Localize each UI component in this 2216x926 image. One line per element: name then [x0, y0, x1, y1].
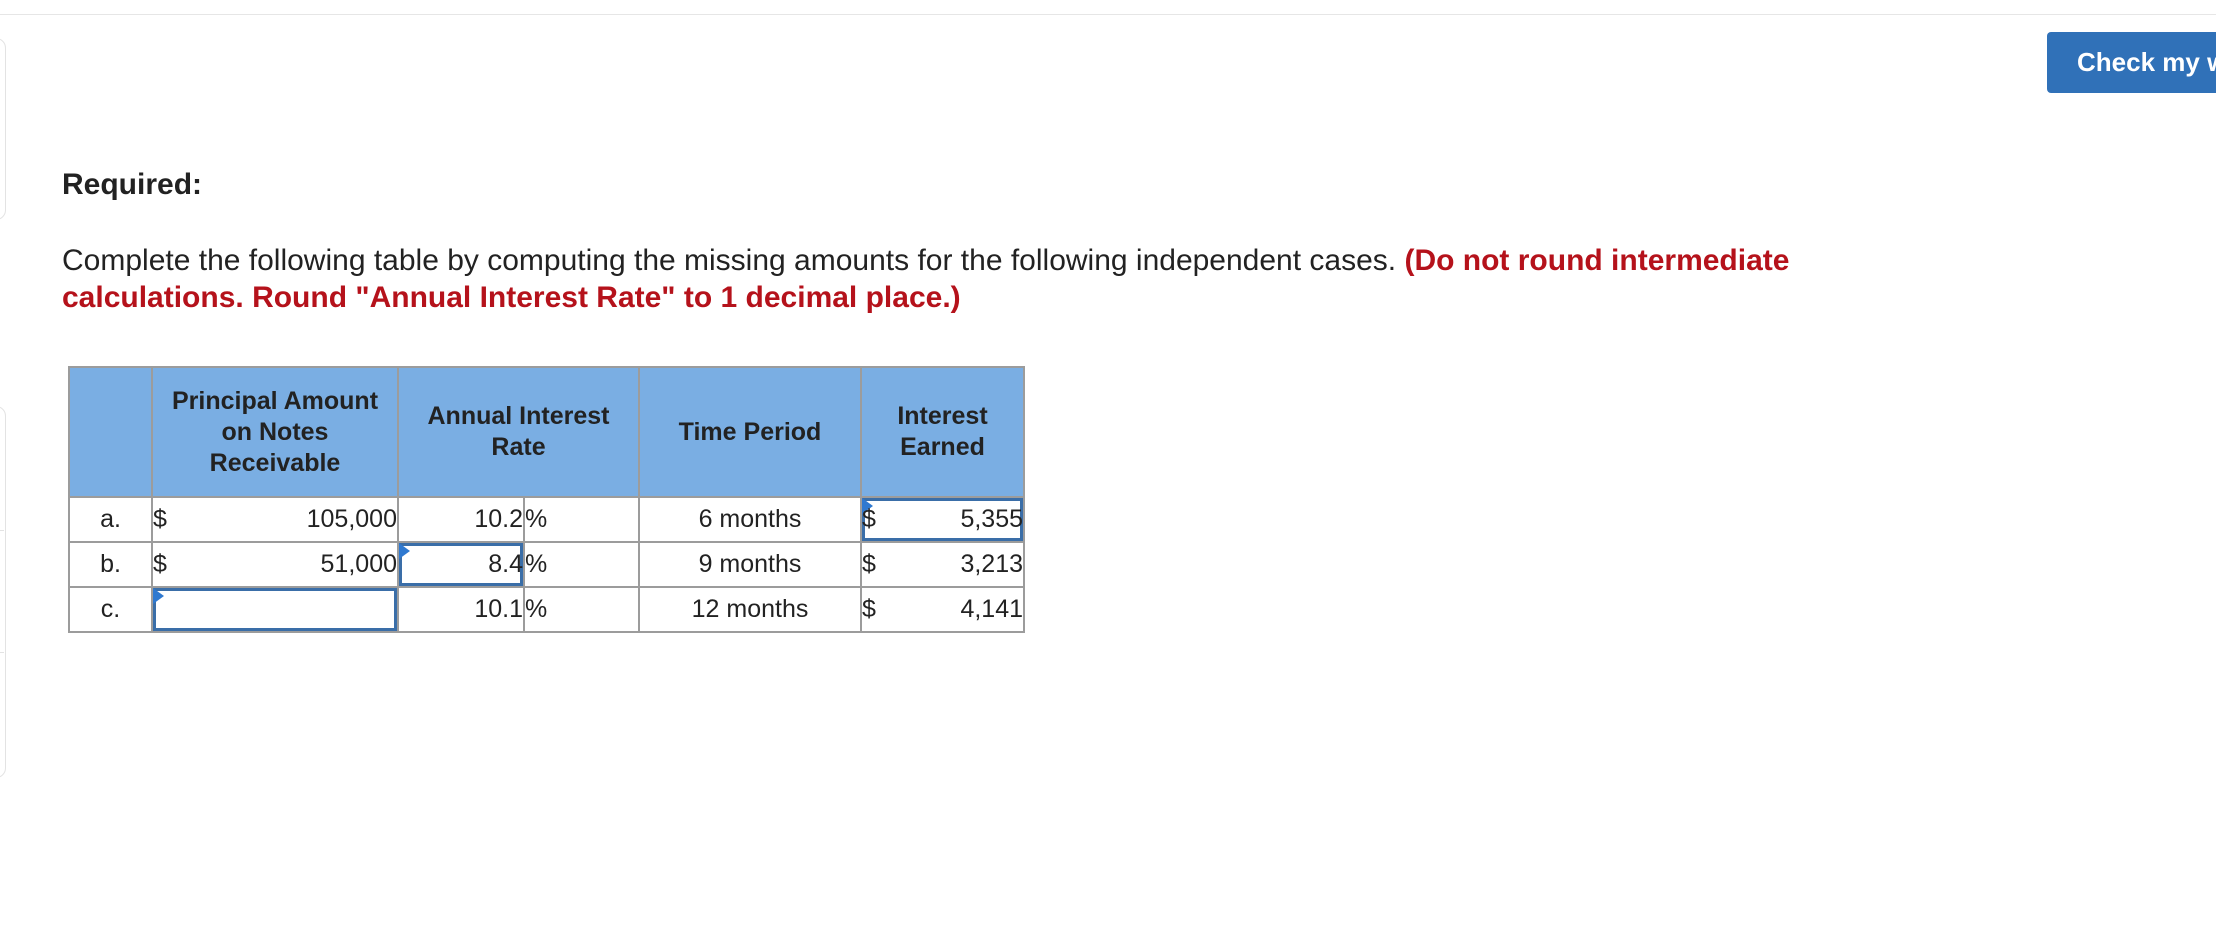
- table-row: b. $ 51,000 8.4 % 9 months $ 3,213: [68, 541, 1025, 588]
- principal-header: Principal Amount on Notes Receivable: [151, 366, 399, 498]
- interest-currency-symbol: $: [860, 586, 910, 633]
- rate-input[interactable]: 8.4: [397, 541, 525, 588]
- interest-header: Interest Earned: [860, 366, 1025, 498]
- principal-input-frame[interactable]: [153, 588, 397, 631]
- header-row: Principal Amount on Notes Receivable Ann…: [68, 366, 1025, 498]
- row-label: b.: [68, 541, 153, 588]
- table-row: a. $ 105,000 10.2 % 6 months $ 5,355: [68, 496, 1025, 543]
- instructions-text: Complete the following table by computin…: [62, 244, 1397, 277]
- currency-text: $: [862, 505, 876, 533]
- interest-currency-symbol[interactable]: $: [860, 496, 911, 543]
- percent-symbol: %: [523, 586, 640, 633]
- principal-value: 105,000: [214, 496, 399, 543]
- rate-value: 8.4: [488, 550, 523, 578]
- period-value: 6 months: [638, 496, 862, 543]
- side-divider: [0, 530, 4, 531]
- period-header: Time Period: [638, 366, 862, 498]
- principal-value: 51,000: [214, 541, 399, 588]
- answer-flag-icon: [153, 588, 164, 604]
- interest-value: 3,213: [910, 541, 1025, 588]
- question-instructions: Complete the following table by computin…: [62, 242, 1962, 316]
- period-value: 12 months: [638, 586, 862, 633]
- principal-input[interactable]: [151, 586, 399, 633]
- percent-symbol: %: [523, 541, 640, 588]
- row-label: a.: [68, 496, 153, 543]
- interest-input[interactable]: 5,355: [909, 496, 1025, 543]
- row-label-header: [68, 366, 153, 498]
- side-panel: [0, 38, 6, 220]
- currency-symbol: $: [151, 496, 214, 543]
- notes-receivable-table: Principal Amount on Notes Receivable Ann…: [68, 366, 1025, 633]
- currency-symbol: $: [151, 541, 214, 588]
- interest-value: 4,141: [910, 586, 1025, 633]
- answer-flag-icon: [399, 543, 410, 559]
- required-heading: Required:: [62, 168, 203, 201]
- side-divider: [0, 652, 4, 653]
- check-my-work-button[interactable]: Check my work: [2047, 32, 2216, 93]
- row-label: c.: [68, 586, 153, 633]
- interest-value: 5,355: [960, 505, 1023, 533]
- side-panel: [0, 406, 6, 778]
- period-value: 9 months: [638, 541, 862, 588]
- top-divider: [0, 14, 2216, 15]
- table-row: c. 10.1 % 12 months $ 4,141: [68, 586, 1025, 633]
- rate-value: 10.1: [397, 586, 525, 633]
- rate-value: 10.2: [397, 496, 525, 543]
- rate-header: Annual Interest Rate: [397, 366, 640, 498]
- percent-symbol: %: [523, 496, 640, 543]
- interest-currency-symbol: $: [860, 541, 910, 588]
